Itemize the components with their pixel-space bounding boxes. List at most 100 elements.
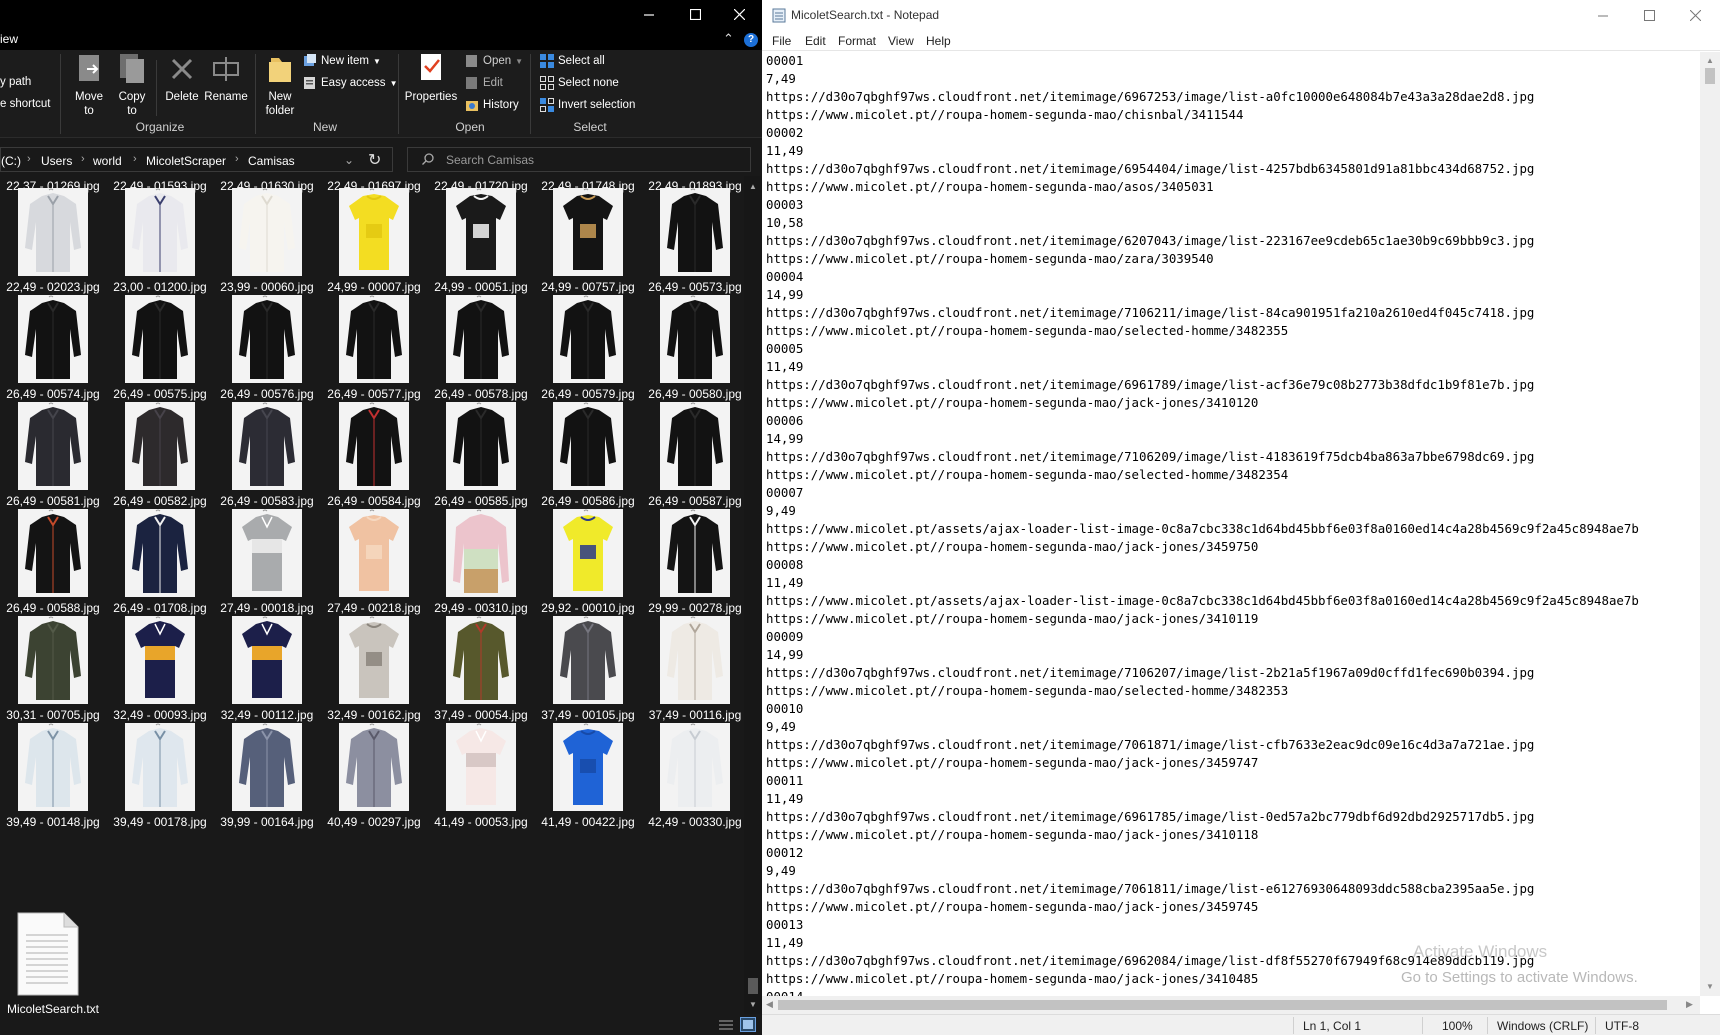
image-thumbnail[interactable] <box>660 723 730 811</box>
image-thumbnail[interactable] <box>553 616 623 704</box>
copy-to-button[interactable]: Copy to <box>113 52 151 118</box>
scroll-up-arrow-icon[interactable]: ▲ <box>1706 56 1714 65</box>
image-thumbnail[interactable] <box>339 723 409 811</box>
chevron-down-icon[interactable]: ⌄ <box>344 153 354 167</box>
menu-view[interactable]: View <box>888 34 914 48</box>
image-thumbnail[interactable] <box>18 188 88 276</box>
image-thumbnail[interactable] <box>125 295 195 383</box>
scroll-down-arrow-icon[interactable]: ▼ <box>1706 982 1714 991</box>
notepad-close-button[interactable] <box>1672 0 1718 31</box>
tab-view[interactable]: iew <box>0 32 18 46</box>
new-item-button[interactable]: New item ▼ <box>303 54 381 68</box>
image-thumbnail[interactable] <box>232 402 302 490</box>
image-thumbnail[interactable] <box>18 295 88 383</box>
image-thumbnail[interactable] <box>339 295 409 383</box>
image-thumbnail[interactable] <box>339 402 409 490</box>
notepad-horizontal-scrollbar[interactable]: ◀ ▶ <box>762 996 1700 1014</box>
minimize-button[interactable] <box>626 0 672 28</box>
image-thumbnail[interactable] <box>660 616 730 704</box>
image-thumbnail[interactable] <box>553 509 623 597</box>
menu-file[interactable]: File <box>772 34 791 48</box>
notepad-vertical-scrollbar[interactable]: ▲ ▼ <box>1700 52 1720 996</box>
open-button[interactable]: Open ▼ <box>465 54 523 68</box>
image-thumbnail[interactable] <box>18 723 88 811</box>
invert-selection-button[interactable]: Invert selection <box>540 98 635 112</box>
image-thumbnail[interactable] <box>125 723 195 811</box>
image-thumbnail[interactable] <box>125 402 195 490</box>
image-thumbnail[interactable] <box>125 509 195 597</box>
image-thumbnail[interactable] <box>18 402 88 490</box>
large-icons-view-icon[interactable] <box>740 1017 756 1032</box>
text-editor-area[interactable]: 00001 7,49 https://d30o7qbghf97ws.cloudfro… <box>766 52 1700 996</box>
notepad-scrollbar-thumb[interactable] <box>1705 68 1715 84</box>
image-thumbnail[interactable] <box>553 723 623 811</box>
help-icon[interactable]: ? <box>744 33 758 47</box>
notepad-hscroll-thumb[interactable] <box>778 1000 1667 1010</box>
refresh-icon[interactable]: ↻ <box>368 150 381 170</box>
scrollbar-thumb[interactable] <box>748 978 758 994</box>
maximize-button[interactable] <box>672 0 718 28</box>
copy-path-button[interactable]: y path <box>0 76 31 88</box>
scroll-right-arrow-icon[interactable]: ▶ <box>1686 999 1693 1010</box>
breadcrumb-camisas[interactable]: Camisas <box>248 154 295 168</box>
image-thumbnail[interactable] <box>553 295 623 383</box>
notepad-maximize-button[interactable] <box>1626 0 1672 31</box>
scroll-left-arrow-icon[interactable]: ◀ <box>766 999 773 1010</box>
select-none-button[interactable]: Select none <box>540 76 619 90</box>
image-thumbnail[interactable] <box>232 509 302 597</box>
easy-access-button[interactable]: Easy access ▼ <box>303 76 397 90</box>
rename-button[interactable]: Rename <box>204 52 248 104</box>
image-thumbnail[interactable] <box>660 188 730 276</box>
search-input[interactable] <box>446 152 736 168</box>
new-folder-button[interactable]: New folder <box>262 52 298 118</box>
image-thumbnail[interactable] <box>446 509 516 597</box>
paste-shortcut-button[interactable]: e shortcut <box>0 98 51 110</box>
image-thumbnail[interactable] <box>446 295 516 383</box>
breadcrumb-world[interactable]: world <box>93 154 122 168</box>
properties-button[interactable]: Properties <box>404 52 458 104</box>
details-view-icon[interactable] <box>718 1018 734 1032</box>
image-thumbnail[interactable] <box>18 509 88 597</box>
image-thumbnail[interactable] <box>446 188 516 276</box>
image-thumbnail[interactable] <box>446 402 516 490</box>
image-thumbnail[interactable] <box>125 616 195 704</box>
vertical-scrollbar[interactable]: ▲ ▼ <box>744 176 762 1014</box>
move-to-button[interactable]: Move to <box>70 52 108 118</box>
notepad-minimize-button[interactable] <box>1580 0 1626 31</box>
collapse-ribbon-chevron-icon[interactable]: ⌃ <box>723 31 734 47</box>
select-all-button[interactable]: Select all <box>540 54 605 68</box>
menu-help[interactable]: Help <box>926 34 951 48</box>
breadcrumb-drive[interactable]: (C:) <box>1 154 21 168</box>
image-thumbnail[interactable] <box>125 188 195 276</box>
menu-format[interactable]: Format <box>838 34 876 48</box>
text-line: 11,49 <box>766 575 804 590</box>
edit-button[interactable]: Edit <box>465 76 503 90</box>
image-thumbnail[interactable] <box>339 616 409 704</box>
breadcrumb-micoletscraper[interactable]: MicoletScraper <box>146 154 226 168</box>
scroll-up-arrow-icon[interactable]: ▲ <box>749 182 757 191</box>
scroll-down-arrow-icon[interactable]: ▼ <box>749 1000 757 1009</box>
text-file-item[interactable] <box>16 911 80 997</box>
breadcrumb-users[interactable]: Users <box>41 154 72 168</box>
image-thumbnail[interactable] <box>232 188 302 276</box>
image-thumbnail[interactable] <box>553 402 623 490</box>
image-thumbnail[interactable] <box>18 616 88 704</box>
select-all-label: Select all <box>558 55 605 67</box>
text-line: 11,49 <box>766 935 804 950</box>
menu-edit[interactable]: Edit <box>805 34 826 48</box>
image-thumbnail[interactable] <box>232 295 302 383</box>
close-button[interactable] <box>716 0 762 28</box>
image-thumbnail[interactable] <box>232 616 302 704</box>
address-bar[interactable]: (C:) › Users › world › MicoletScraper › … <box>0 147 393 172</box>
image-thumbnail[interactable] <box>446 723 516 811</box>
image-thumbnail[interactable] <box>446 616 516 704</box>
image-thumbnail[interactable] <box>339 509 409 597</box>
image-thumbnail[interactable] <box>660 509 730 597</box>
image-thumbnail[interactable] <box>553 188 623 276</box>
image-thumbnail[interactable] <box>232 723 302 811</box>
image-thumbnail[interactable] <box>339 188 409 276</box>
history-button[interactable]: History <box>465 98 519 112</box>
delete-button[interactable]: Delete <box>162 52 202 104</box>
image-thumbnail[interactable] <box>660 295 730 383</box>
image-thumbnail[interactable] <box>660 402 730 490</box>
